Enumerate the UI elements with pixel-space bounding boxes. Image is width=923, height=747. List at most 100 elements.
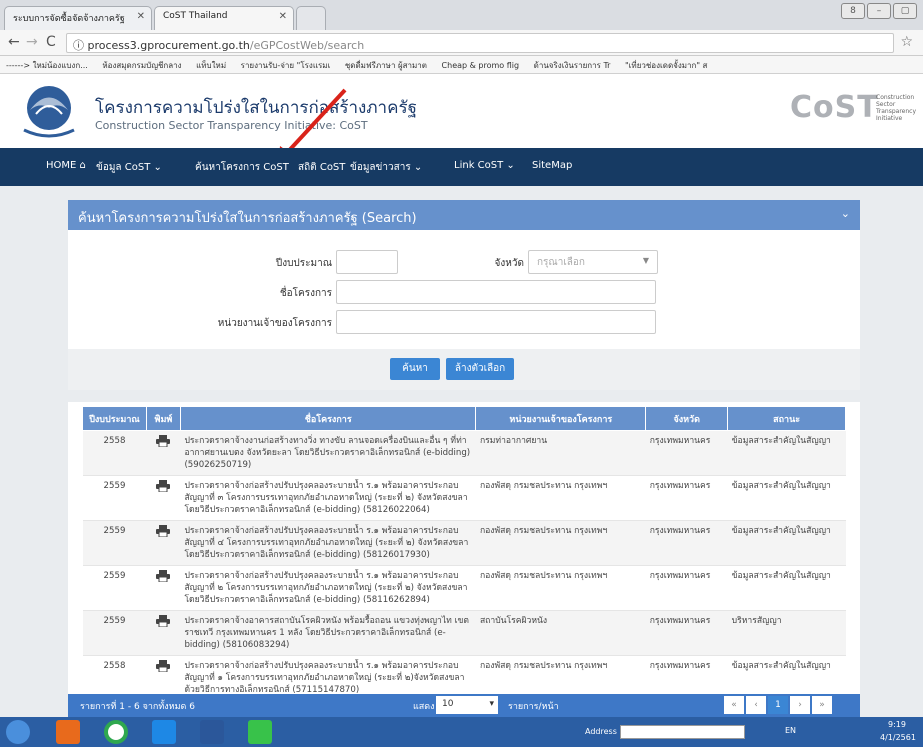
nav-news[interactable]: ข้อมูลข่าวสาร ⌄ <box>350 160 422 175</box>
home-icon: ⌂ <box>79 160 86 171</box>
cell-owner: กองพัสดุ กรมชลประทาน กรุงเทพฯ <box>475 520 646 566</box>
col-owner[interactable]: หน่วยงานเจ้าของโครงการ <box>475 406 647 431</box>
cell-province: กรุงเทพมหานคร <box>645 565 728 611</box>
printer-icon[interactable] <box>156 615 171 628</box>
budget-year-input[interactable] <box>336 250 398 274</box>
per-page-suffix: รายการ/หน้า <box>508 702 559 712</box>
bookmark-item[interactable]: Cheap & promo flig <box>436 58 526 73</box>
cell-budget-year: 2559 <box>82 565 147 611</box>
chevron-down-icon: ⌄ <box>413 162 423 173</box>
cell-print[interactable] <box>146 565 181 611</box>
printer-icon[interactable] <box>156 435 171 448</box>
nav-statistics[interactable]: สถิติ CoST <box>298 160 345 175</box>
bookmark-item[interactable]: ด้านจริงเงินรายการ Tr <box>528 56 617 73</box>
browser-tab[interactable]: ระบบการจัดซื้อจัดจ้างภาครัฐ ✕ <box>4 6 152 30</box>
owner-label: หน่วยงานเจ้าของโครงการ <box>217 318 332 329</box>
per-page-value: 10 <box>442 699 454 709</box>
table-header-row: ปีงบประมาณ พิมพ์ ชื่อโครงการ หน่วยงานเจ้… <box>82 406 846 431</box>
table-row[interactable]: 2558 ประกวดราคาจ้างงานก่อสร้างทางวิ่ง ทาง… <box>82 430 846 476</box>
bookmark-star-icon[interactable]: ☆ <box>900 34 913 50</box>
per-page-select[interactable]: 10 ▾ <box>436 696 498 714</box>
nav-label: ข้อมูล CoST <box>96 162 151 173</box>
bookmark-item[interactable]: "เที่ยวช่องเดดจั้งมาก" ส <box>619 56 713 73</box>
cell-print[interactable] <box>146 430 181 476</box>
line-icon[interactable] <box>248 720 272 744</box>
bookmark-item[interactable]: รายงานรับ-จ่าย "โรงแรมเ <box>235 56 337 73</box>
url-input[interactable]: ⓘ process3.gprocurement.go.th/eGPCostWeb… <box>66 33 894 53</box>
browser-tab-active[interactable]: CoST Thailand ✕ <box>154 6 294 30</box>
bookmark-item[interactable]: ------> ใหม่น้องแบงก... <box>0 56 94 73</box>
nav-search-project[interactable]: ค้นหาโครงการ CoST <box>195 160 289 175</box>
windows-taskbar: Address EN 9:19 4/1/2561 <box>0 717 923 747</box>
cost-logo-text: CoST <box>790 90 879 125</box>
cell-province: กรุงเทพมหานคร <box>645 475 728 521</box>
search-button[interactable]: ค้นหา <box>390 358 440 380</box>
taskbar-address-input[interactable] <box>620 725 745 739</box>
chrome-icon[interactable] <box>104 720 128 744</box>
new-tab-button[interactable] <box>296 6 326 30</box>
caret-down-icon: ▾ <box>489 699 494 709</box>
first-page-button[interactable]: « <box>724 696 744 714</box>
cell-project-name: ประกวดราคาจ้างก่อสร้างปรับปรุงคลองระบายน… <box>180 520 476 566</box>
reload-icon[interactable]: C <box>46 34 56 50</box>
nav-home[interactable]: HOME ⌂ <box>46 160 86 171</box>
bookmark-item[interactable]: แท็บใหม่ <box>190 56 232 73</box>
nav-about-cost[interactable]: ข้อมูล CoST ⌄ <box>96 160 162 175</box>
cell-status: ข้อมูลสาระสำคัญในสัญญา <box>727 475 846 521</box>
printer-icon[interactable] <box>156 570 171 583</box>
col-project-name[interactable]: ชื่อโครงการ <box>179 406 477 431</box>
printer-icon[interactable] <box>156 525 171 538</box>
word-icon[interactable] <box>200 720 224 744</box>
search-panel: ค้นหาโครงการความโปร่งใสในการก่อสร้างภาคร… <box>68 200 860 390</box>
cell-owner: กองพัสดุ กรมชลประทาน กรุงเทพฯ <box>475 475 646 521</box>
language-indicator[interactable]: EN <box>785 726 796 735</box>
nav-link-cost[interactable]: Link CoST ⌄ <box>454 160 515 171</box>
cell-province: กรุงเทพมหานคร <box>645 430 728 476</box>
minimize-icon[interactable]: – <box>867 3 891 19</box>
owner-input[interactable] <box>336 310 656 334</box>
province-label: จังหวัด <box>494 258 524 269</box>
close-icon[interactable]: ✕ <box>279 11 287 22</box>
table-row[interactable]: 2559 ประกวดราคาจ้างก่อสร้างปรับปรุงคลองระ… <box>82 475 846 521</box>
search-panel-header[interactable]: ค้นหาโครงการความโปร่งใสในการก่อสร้างภาคร… <box>68 200 860 230</box>
prev-page-button[interactable]: ‹ <box>746 696 766 714</box>
user-icon[interactable]: 8 <box>841 3 865 19</box>
project-name-input[interactable] <box>336 280 656 304</box>
table-row[interactable]: 2559 ประกวดราคาจ้างอาคารสถาบันโรคผิวหนัง … <box>82 610 846 656</box>
url-host: process3.gprocurement.go.th <box>87 39 250 52</box>
search-panel-title: ค้นหาโครงการความโปร่งใสในการก่อสร้างภาคร… <box>78 211 417 226</box>
results-table: ปีงบประมาณ พิมพ์ ชื่อโครงการ หน่วยงานเจ้… <box>82 406 846 701</box>
back-icon[interactable]: ← <box>8 34 20 50</box>
forward-icon[interactable]: → <box>26 34 38 50</box>
start-button[interactable] <box>6 720 30 744</box>
clear-button[interactable]: ล้างตัวเลือก <box>446 358 514 380</box>
last-page-button[interactable]: » <box>812 696 832 714</box>
cell-print[interactable] <box>146 475 181 521</box>
col-budget-year[interactable]: ปีงบประมาณ <box>82 406 147 431</box>
cell-project-name: ประกวดราคาจ้างก่อสร้างปรับปรุงคลองระบายน… <box>180 565 476 611</box>
cell-print[interactable] <box>146 610 181 656</box>
next-page-button[interactable]: › <box>790 696 810 714</box>
close-icon[interactable]: ✕ <box>137 11 145 22</box>
cost-logo: CoST Construction Sector Transparency In… <box>790 88 916 132</box>
bookmark-item[interactable]: ชุดดื่มฟรีภาษา ผู้สามาต <box>339 56 433 73</box>
col-province[interactable]: จังหวัด <box>645 406 729 431</box>
col-print[interactable]: พิมพ์ <box>145 406 181 431</box>
page-button[interactable]: 1 <box>768 696 788 714</box>
printer-icon[interactable] <box>156 660 171 673</box>
nav-sitemap[interactable]: SiteMap <box>532 160 572 171</box>
maximize-icon[interactable]: ▢ <box>893 3 917 19</box>
cell-project-name: ประกวดราคาจ้างอาคารสถาบันโรคผิวหนัง พร้อ… <box>180 610 476 656</box>
province-select[interactable]: กรุณาเลือก ▼ <box>528 250 658 274</box>
table-row[interactable]: 2559 ประกวดราคาจ้างก่อสร้างปรับปรุงคลองระ… <box>82 520 846 566</box>
ie-icon[interactable] <box>152 720 176 744</box>
table-row[interactable]: 2559 ประกวดราคาจ้างก่อสร้างปรับปรุงคลองระ… <box>82 565 846 611</box>
cell-print[interactable] <box>146 520 181 566</box>
bookmark-item[interactable]: ห้องสมุดกรมบัญชีกลาง <box>96 56 187 73</box>
chevron-down-icon[interactable]: ⌄ <box>841 207 850 220</box>
taskbar-app-icon[interactable] <box>56 720 80 744</box>
province-placeholder: กรุณาเลือก <box>537 257 585 268</box>
cell-owner: สถาบันโรคผิวหนัง <box>475 610 646 656</box>
printer-icon[interactable] <box>156 480 171 493</box>
col-status[interactable]: สถานะ <box>727 406 846 431</box>
